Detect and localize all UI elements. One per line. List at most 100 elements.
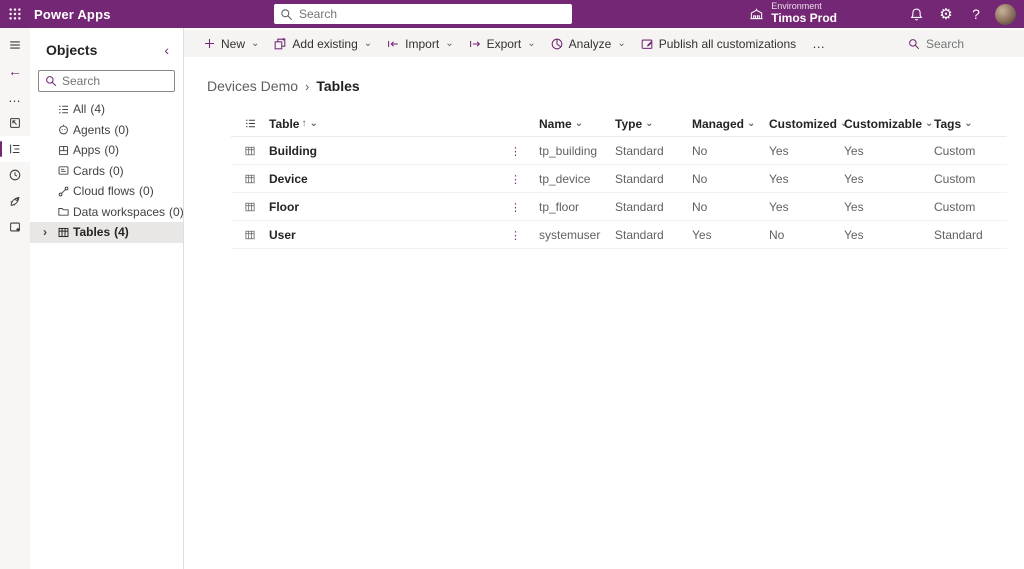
cell-type: Standard bbox=[615, 143, 664, 158]
rail-more-button[interactable]: … bbox=[0, 84, 30, 110]
import-button[interactable]: Import ⌄ bbox=[379, 30, 460, 57]
add-existing-button[interactable]: Add existing ⌄ bbox=[266, 30, 379, 57]
chevron-down-icon: ⌄ bbox=[617, 38, 626, 49]
add-existing-icon bbox=[273, 37, 287, 51]
table-grid-icon bbox=[231, 201, 269, 213]
gear-icon: ⚙︎ bbox=[939, 6, 953, 23]
row-commands-icon[interactable]: ⋮ bbox=[510, 146, 521, 158]
tree-item-label: Agents bbox=[73, 122, 111, 137]
row-priority-icon[interactable] bbox=[231, 117, 269, 130]
column-header-name[interactable]: Name ⌄ bbox=[539, 117, 615, 131]
panel-search-input[interactable] bbox=[62, 74, 168, 88]
table-row[interactable]: Floor ⋮ tp_floor Standard No Yes Yes Cus… bbox=[231, 193, 1007, 221]
cell-type: Standard bbox=[615, 171, 664, 186]
table-row[interactable]: User ⋮ systemuser Standard Yes No Yes St… bbox=[231, 221, 1007, 249]
table-row[interactable]: Device ⋮ tp_device Standard No Yes Yes C… bbox=[231, 165, 1007, 193]
table-name-link[interactable]: User bbox=[269, 228, 296, 242]
help-button[interactable]: ? bbox=[961, 0, 991, 28]
tree-item-cloud-flows[interactable]: Cloud flows (0) bbox=[30, 181, 183, 202]
chevron-down-icon: ⌄ bbox=[574, 118, 584, 129]
tree-item-label: Data workspaces bbox=[73, 204, 166, 219]
collapse-chevron-icon: ‹ bbox=[164, 42, 169, 58]
chevron-down-icon: ⌄ bbox=[445, 38, 454, 49]
column-header-table[interactable]: Table ↑ ⌄ bbox=[269, 117, 318, 131]
table-grid-icon bbox=[54, 226, 72, 239]
breadcrumb-current[interactable]: Tables bbox=[316, 78, 359, 94]
search-icon bbox=[45, 75, 57, 87]
global-search-input[interactable] bbox=[299, 7, 566, 21]
rail-hamburger-button[interactable] bbox=[0, 32, 30, 58]
chevron-down-icon: ⌄ bbox=[747, 118, 756, 129]
column-header-type[interactable]: Type ⌄ bbox=[615, 117, 692, 131]
settings-button[interactable]: ⚙︎ bbox=[931, 0, 961, 28]
tree-item-tables[interactable]: › Tables (4) bbox=[30, 222, 183, 243]
notifications-button[interactable] bbox=[901, 0, 931, 28]
analyze-button[interactable]: Analyze ⌄ bbox=[543, 30, 633, 57]
rail-solutions-button[interactable] bbox=[0, 110, 30, 136]
tree-item-apps[interactable]: Apps (0) bbox=[30, 140, 183, 161]
cell-name: tp_floor bbox=[539, 199, 580, 214]
table-name-link[interactable]: Building bbox=[269, 144, 317, 158]
tree-item-label: All bbox=[73, 102, 87, 117]
cell-customized: Yes bbox=[769, 171, 789, 186]
topbar-right: Environment Timos Prod ⚙︎ ? bbox=[749, 0, 1024, 28]
rail-pipelines-button[interactable] bbox=[0, 188, 30, 214]
grid-header-row: Table ↑ ⌄ Name ⌄ Type ⌄ Managed ⌄ Customize… bbox=[231, 111, 1007, 137]
search-icon bbox=[280, 8, 293, 21]
chevron-down-icon: ⌄ bbox=[964, 118, 973, 129]
add-existing-button-label: Add existing bbox=[292, 36, 358, 51]
cell-customizable: Yes bbox=[844, 199, 864, 214]
cell-customizable: Yes bbox=[844, 227, 864, 242]
folder-icon bbox=[54, 205, 72, 218]
table-search[interactable] bbox=[904, 33, 1016, 55]
waffle-menu-icon[interactable] bbox=[0, 0, 30, 28]
chevron-down-icon: ⌄ bbox=[645, 118, 654, 129]
export-button[interactable]: Export ⌄ bbox=[461, 30, 543, 57]
panel-collapse-button[interactable]: ‹ bbox=[160, 42, 173, 58]
row-commands-icon[interactable]: ⋮ bbox=[510, 174, 521, 186]
column-header-tags[interactable]: Tags ⌄ bbox=[934, 117, 1007, 131]
rail-history-button[interactable] bbox=[0, 162, 30, 188]
cell-tags: Custom bbox=[934, 143, 976, 158]
table-name-link[interactable]: Floor bbox=[269, 200, 299, 214]
list-icon bbox=[54, 103, 72, 116]
rail-objects-button[interactable] bbox=[0, 136, 30, 162]
cell-customized: No bbox=[769, 227, 785, 242]
table-grid-icon bbox=[231, 173, 269, 185]
cell-customizable: Yes bbox=[844, 143, 864, 158]
box-diamond-icon bbox=[8, 220, 22, 234]
user-avatar[interactable] bbox=[995, 3, 1016, 25]
table-search-input[interactable] bbox=[926, 36, 1006, 51]
breadcrumb-parent[interactable]: Devices Demo bbox=[207, 78, 298, 94]
row-commands-icon[interactable]: ⋮ bbox=[510, 230, 521, 242]
popout-icon bbox=[8, 116, 22, 130]
rail-back-button[interactable]: ← bbox=[0, 58, 30, 84]
rail-source-control-button[interactable] bbox=[0, 214, 30, 240]
more-icon: … bbox=[8, 89, 22, 105]
export-button-label: Export bbox=[486, 36, 522, 51]
column-header-managed[interactable]: Managed ⌄ bbox=[692, 117, 769, 131]
publish-all-button[interactable]: Publish all customizations bbox=[633, 30, 803, 57]
new-button[interactable]: New ⌄ bbox=[196, 30, 266, 57]
expand-chevron-icon[interactable]: › bbox=[36, 225, 54, 239]
column-header-customizable[interactable]: Customizable ⌄ bbox=[844, 117, 934, 131]
chevron-down-icon: ⌄ bbox=[925, 118, 934, 129]
analyze-button-label: Analyze bbox=[568, 36, 612, 51]
environment-picker[interactable]: Environment Timos Prod bbox=[749, 2, 837, 25]
rocket-icon bbox=[8, 194, 22, 208]
tree-item-all[interactable]: All (4) bbox=[30, 99, 183, 120]
commandbar-overflow-button[interactable]: … bbox=[803, 36, 835, 51]
table-name-link[interactable]: Device bbox=[269, 172, 308, 186]
tree-item-data-workspaces[interactable]: Data workspaces (0) bbox=[30, 202, 184, 223]
table-row[interactable]: Building ⋮ tp_building Standard No Yes Y… bbox=[231, 137, 1007, 165]
import-icon bbox=[386, 37, 400, 51]
cell-tags: Standard bbox=[934, 227, 983, 242]
tables-grid: Table ↑ ⌄ Name ⌄ Type ⌄ Managed ⌄ Customize… bbox=[231, 111, 1007, 249]
panel-search[interactable] bbox=[38, 70, 175, 92]
more-icon: … bbox=[812, 36, 827, 51]
column-header-customized[interactable]: Customized ⌄ bbox=[769, 117, 848, 131]
global-search[interactable] bbox=[274, 4, 572, 24]
row-commands-icon[interactable]: ⋮ bbox=[510, 202, 521, 214]
tree-item-agents[interactable]: Agents (0) bbox=[30, 120, 183, 141]
tree-item-cards[interactable]: Cards (0) bbox=[30, 161, 183, 182]
